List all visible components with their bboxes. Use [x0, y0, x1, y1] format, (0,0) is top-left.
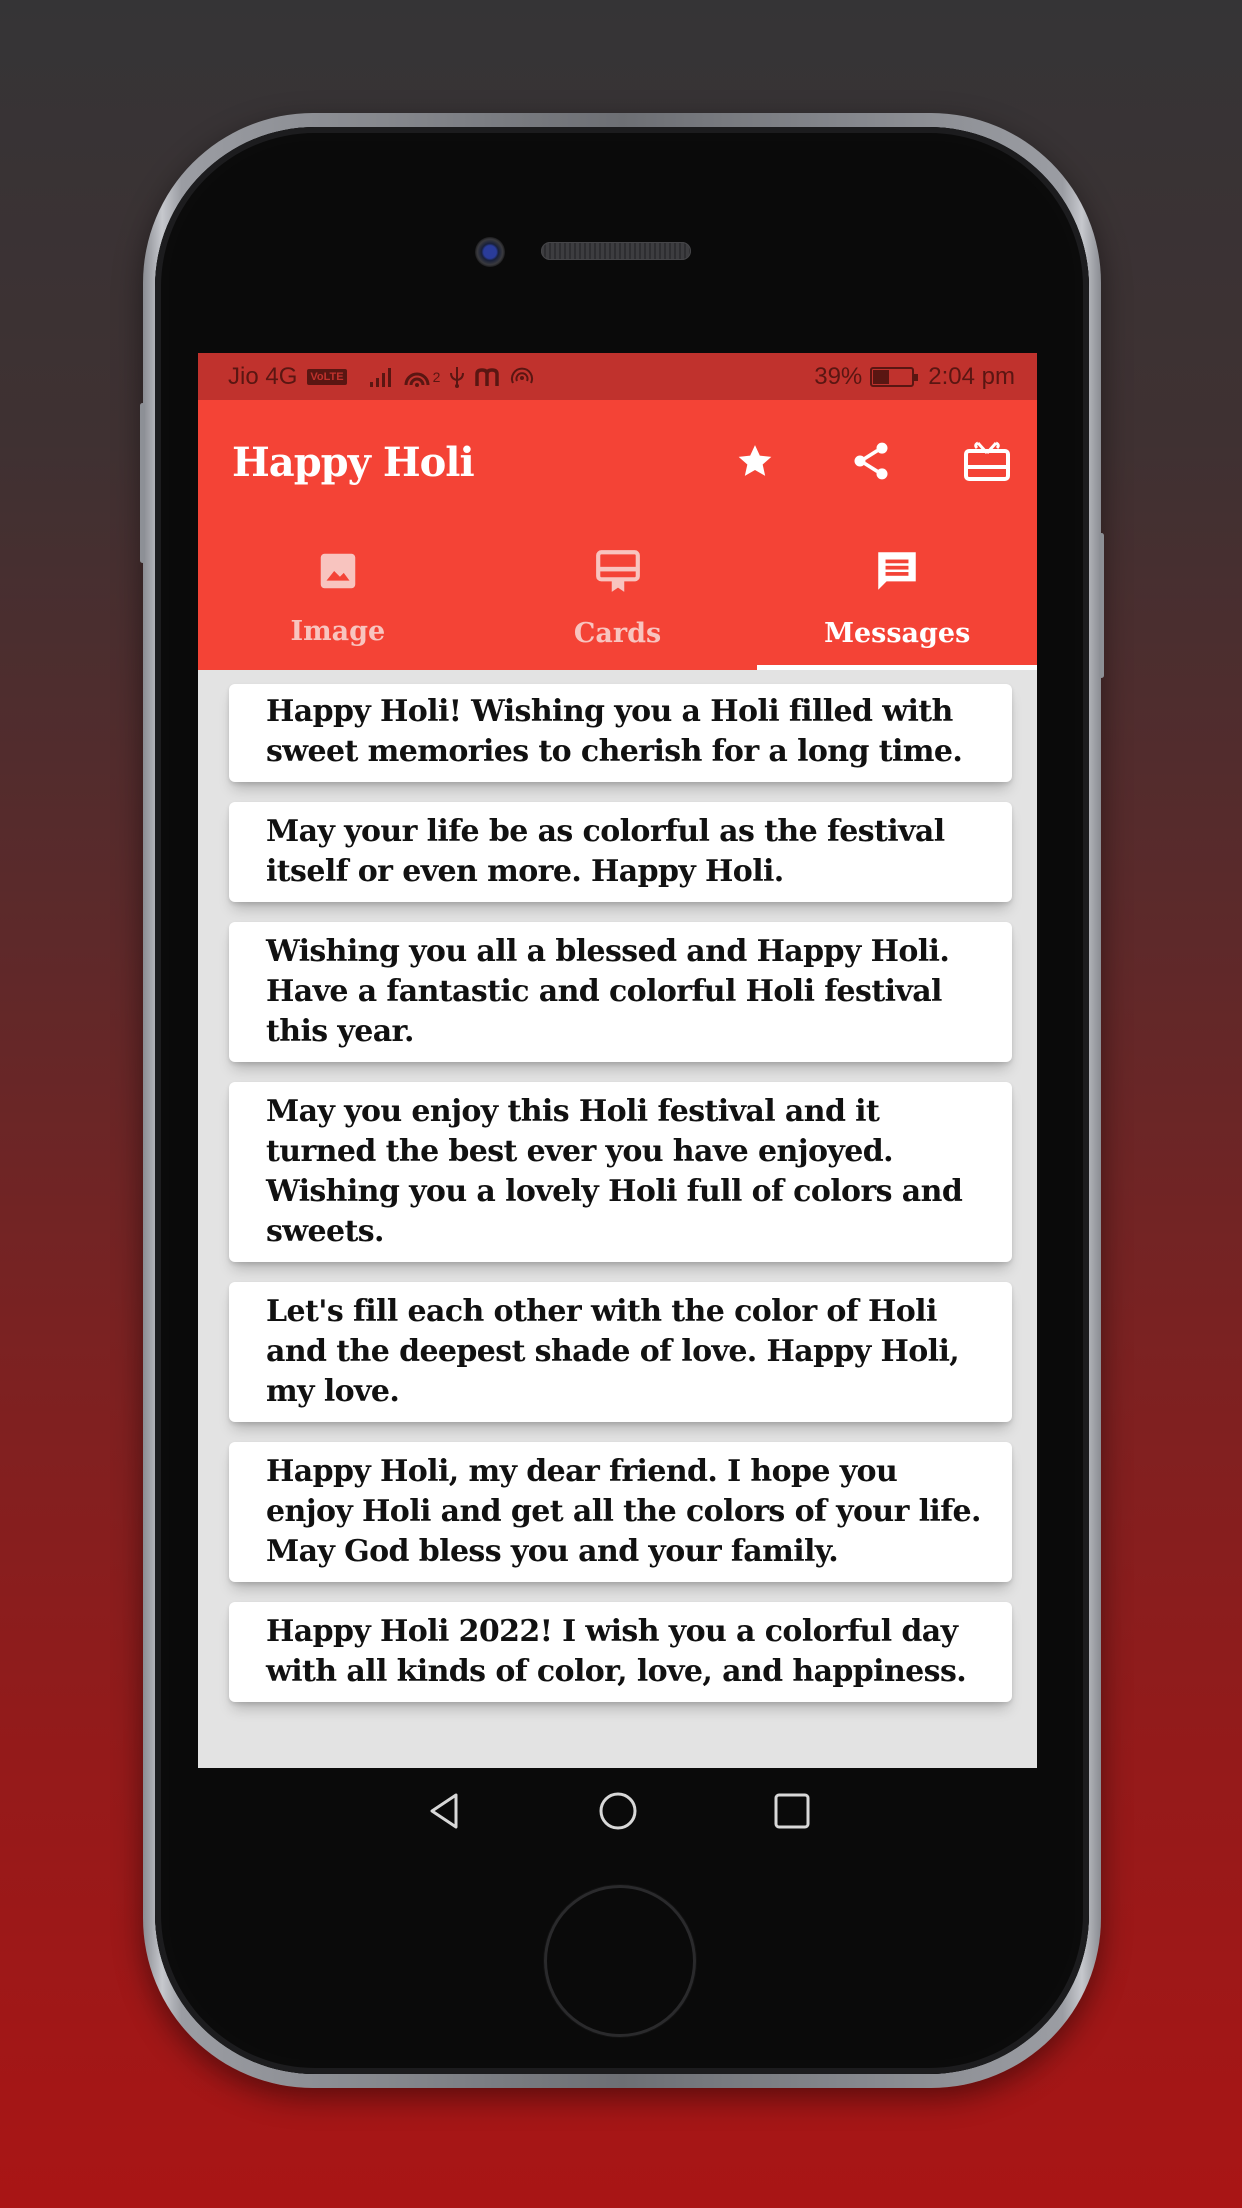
tab-bar: Image Cards Messages — [198, 525, 1037, 670]
clock: 2:04 pm — [928, 362, 1015, 390]
battery-percent: 39% — [814, 362, 863, 390]
message-card[interactable]: Happy Holi! Wishing you a Holi filled wi… — [229, 684, 1012, 782]
front-camera — [475, 237, 505, 267]
recents-button[interactable] — [770, 1791, 814, 1835]
volte-badge: VoLTE — [307, 368, 347, 385]
battery-fill — [873, 369, 889, 384]
carrier-label: Jio 4G — [228, 362, 298, 390]
message-text: May your life be as colorful as the fest… — [266, 814, 945, 889]
app-screen: Jio 4G VoLTE 2 39% 2:04 pm Happy Holi Im… — [198, 353, 1037, 1768]
messages-list[interactable]: Happy Holi! Wishing you a Holi filled wi… — [198, 670, 1037, 1702]
hotspot-icon: 2 — [403, 365, 441, 389]
message-card[interactable]: Happy Holi 2022! I wish you a colorful d… — [229, 1602, 1012, 1702]
back-button[interactable] — [422, 1791, 466, 1835]
system-nav-bar — [198, 1768, 1037, 1858]
message-card[interactable]: May you enjoy this Holi festival and it … — [229, 1082, 1012, 1262]
home-icon — [597, 1790, 639, 1836]
signal-bars-icon — [369, 366, 395, 388]
battery-icon — [870, 366, 919, 387]
message-card[interactable]: Happy Holi, my dear friend. I hope you e… — [229, 1442, 1012, 1582]
physical-home-button[interactable] — [544, 1885, 696, 2037]
message-text: May you enjoy this Holi festival and it … — [266, 1094, 963, 1249]
message-text: Happy Holi! Wishing you a Holi filled wi… — [266, 694, 963, 769]
share-button[interactable] — [843, 435, 899, 491]
rate-button[interactable] — [727, 435, 783, 491]
home-nav-button[interactable] — [596, 1791, 640, 1835]
card-icon — [593, 546, 643, 600]
wireless-icon — [510, 365, 534, 389]
phone-side-button-right — [1099, 533, 1104, 678]
star-icon — [735, 441, 775, 485]
tab-image[interactable]: Image — [198, 525, 478, 670]
status-bar: Jio 4G VoLTE 2 39% 2:04 pm — [198, 353, 1037, 400]
recents-icon — [773, 1792, 811, 1834]
message-card[interactable]: May your life be as colorful as the fest… — [229, 802, 1012, 902]
tab-label: Image — [290, 616, 386, 647]
tab-cards[interactable]: Cards — [478, 525, 758, 670]
back-icon — [426, 1791, 462, 1835]
app-bar: Happy Holi — [198, 400, 1037, 525]
tab-label: Messages — [824, 618, 971, 649]
usb-icon — [448, 365, 466, 389]
message-icon — [872, 546, 922, 600]
message-text: Happy Holi 2022! I wish you a colorful d… — [266, 1614, 967, 1689]
hotspot-count: 2 — [432, 368, 441, 385]
tab-label: Cards — [573, 618, 662, 649]
share-icon — [849, 439, 893, 487]
message-text: Happy Holi, my dear friend. I hope you e… — [266, 1454, 981, 1569]
gift-button[interactable] — [959, 435, 1015, 491]
phone-side-button-left — [140, 403, 145, 563]
message-card[interactable]: Let's fill each other with the color of … — [229, 1282, 1012, 1422]
m-notification-icon — [474, 366, 502, 388]
message-text: Let's fill each other with the color of … — [266, 1294, 960, 1409]
message-card[interactable]: Wishing you all a blessed and Happy Holi… — [229, 922, 1012, 1062]
app-title: Happy Holi — [232, 439, 475, 486]
message-text: Wishing you all a blessed and Happy Holi… — [266, 934, 950, 1049]
earpiece-speaker — [541, 242, 691, 260]
tab-messages[interactable]: Messages — [757, 525, 1037, 670]
gift-card-icon — [963, 439, 1011, 487]
image-icon — [315, 548, 361, 598]
